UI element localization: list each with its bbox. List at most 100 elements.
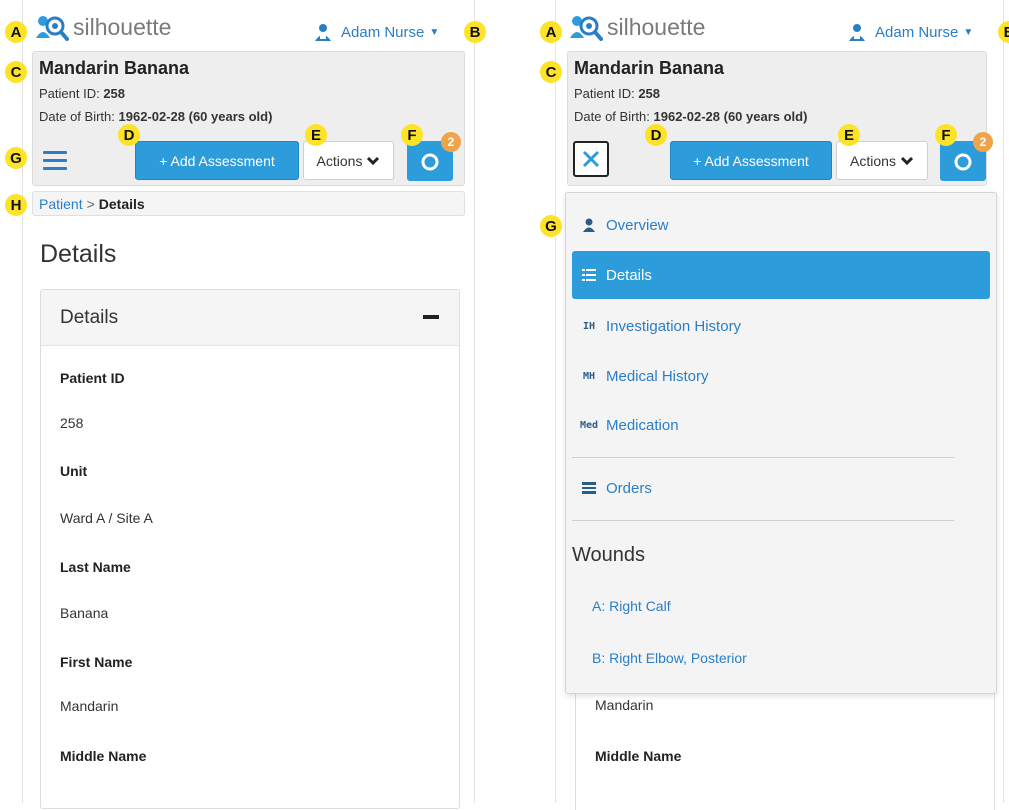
field-label-first-name: First Name xyxy=(60,654,133,670)
dob-line: Date of Birth: 1962-02-28 (60 years old) xyxy=(574,109,807,124)
patient-name: Mandarin Banana xyxy=(39,58,190,78)
wound-link[interactable]: B: Right Elbow, Posterior xyxy=(592,650,747,666)
navigation-menu: Overview Details IH Investigation Histor… xyxy=(565,192,997,694)
menu-divider xyxy=(572,457,954,458)
orders-icon xyxy=(572,482,606,494)
callout-d: D xyxy=(645,124,667,146)
camera-icon xyxy=(954,153,972,171)
wounds-heading: Wounds xyxy=(572,544,646,566)
callout-c: C xyxy=(5,61,27,83)
field-label-last-name: Last Name xyxy=(60,559,131,575)
brand-logo[interactable]: silhouette xyxy=(569,12,705,42)
add-assessment-button[interactable]: + Add Assessment xyxy=(135,141,299,180)
menu-divider xyxy=(572,520,954,521)
field-value-unit: Ward A / Site A xyxy=(60,510,153,526)
callout-g: G xyxy=(5,147,27,169)
menu-item-details[interactable]: Details xyxy=(572,251,990,299)
medication-icon: Med xyxy=(579,419,599,431)
patient-id-value: 258 xyxy=(638,86,661,101)
actions-dropdown[interactable]: Actions xyxy=(303,141,394,180)
patient-header-card: Mandarin Banana Patient ID: 258 Date of … xyxy=(32,51,465,186)
callout-b: B xyxy=(464,21,486,43)
list-icon xyxy=(572,269,606,281)
hamburger-icon xyxy=(43,151,67,154)
user-icon xyxy=(315,24,331,41)
callout-a: A xyxy=(5,21,27,43)
patient-id-line: Patient ID: 258 xyxy=(574,86,660,101)
user-name: Adam Nurse xyxy=(341,23,425,41)
add-assessment-button[interactable]: + Add Assessment xyxy=(670,141,832,180)
user-menu[interactable]: Adam Nurse ▼ xyxy=(847,23,973,41)
breadcrumb-separator: > xyxy=(86,195,95,212)
silhouette-logo-icon xyxy=(570,16,603,41)
menu-item-label: Investigation History xyxy=(606,317,742,335)
wound-link[interactable]: A: Right Calf xyxy=(592,598,671,614)
patient-id-label: Patient ID: xyxy=(39,86,100,101)
field-value-last-name: Banana xyxy=(60,605,109,621)
caret-down-icon: ▼ xyxy=(963,26,974,38)
dob-value: 1962-02-28 (60 years old) xyxy=(653,109,808,124)
patient-id-value: 258 xyxy=(103,86,126,101)
menu-item-investigation-history[interactable]: IH Investigation History xyxy=(572,302,990,350)
close-menu-button[interactable] xyxy=(573,141,609,177)
actions-dropdown[interactable]: Actions xyxy=(836,141,928,180)
camera-count-badge: 2 xyxy=(973,132,993,152)
user-icon xyxy=(849,24,865,41)
dob-label: Date of Birth: xyxy=(574,109,650,124)
menu-item-label: Medical History xyxy=(606,367,709,385)
field-label-unit: Unit xyxy=(60,463,88,479)
callout-h: H xyxy=(5,194,27,216)
user-menu[interactable]: Adam Nurse ▼ xyxy=(313,23,439,41)
menu-item-label: Details xyxy=(606,266,652,284)
details-panel-title: Details xyxy=(60,307,119,328)
field-value-first-name: Mandarin xyxy=(60,698,119,714)
chevron-down-icon xyxy=(367,156,380,165)
patient-id-label: Patient ID: xyxy=(574,86,635,101)
screen-menu-open: A silhouette Adam Nurse ▼ B C Mandarin B… xyxy=(535,0,1009,810)
chevron-down-icon xyxy=(900,156,914,165)
brand-name: silhouette xyxy=(607,13,706,40)
breadcrumb-patient-link[interactable]: Patient xyxy=(39,196,83,212)
actions-label: Actions xyxy=(316,152,363,169)
field-value-patient-id: 258 xyxy=(60,415,84,431)
medical-history-icon: MH xyxy=(582,370,596,382)
patient-header-card: Mandarin Banana Patient ID: 258 Date of … xyxy=(567,51,993,186)
field-label-patient-id: Patient ID xyxy=(60,370,125,386)
person-icon xyxy=(572,218,606,232)
user-name: Adam Nurse xyxy=(875,23,959,41)
brand-logo[interactable]: silhouette xyxy=(35,12,171,42)
menu-item-label: Medication xyxy=(606,416,679,434)
callout-g: G xyxy=(540,215,562,237)
menu-item-orders[interactable]: Orders xyxy=(572,464,990,512)
camera-icon xyxy=(421,153,439,171)
patient-name: Mandarin Banana xyxy=(574,58,725,78)
menu-item-medical-history[interactable]: MH Medical History xyxy=(572,352,990,400)
menu-item-label: Orders xyxy=(606,479,652,497)
caret-down-icon: ▼ xyxy=(429,26,440,38)
menu-item-label: Overview xyxy=(606,216,669,234)
breadcrumb-current: Details xyxy=(98,195,145,212)
menu-toggle-button[interactable] xyxy=(43,151,67,175)
callout-a: A xyxy=(540,21,562,43)
close-icon xyxy=(582,150,600,168)
collapse-icon[interactable] xyxy=(423,315,439,319)
field-label-middle-name: Middle Name xyxy=(60,748,147,764)
details-panel: Details Patient ID 258 Unit Ward A / Sit… xyxy=(40,289,460,809)
callout-f: F xyxy=(935,124,957,146)
details-panel-header[interactable]: Details xyxy=(41,290,459,346)
menu-item-overview[interactable]: Overview xyxy=(572,201,990,249)
menu-item-medication[interactable]: Med Medication xyxy=(572,401,990,449)
callout-f: F xyxy=(401,124,423,146)
dob-line: Date of Birth: 1962-02-28 (60 years old) xyxy=(39,109,272,124)
callout-e: E xyxy=(305,124,327,146)
actions-label: Actions xyxy=(850,152,896,169)
page-title: Details xyxy=(40,240,117,268)
breadcrumb: Patient > Details xyxy=(32,191,465,216)
callout-e: E xyxy=(838,124,860,146)
dob-label: Date of Birth: xyxy=(39,109,115,124)
investigation-history-icon: IH xyxy=(582,320,596,332)
brand-name: silhouette xyxy=(73,13,172,40)
callout-c: C xyxy=(540,61,562,83)
silhouette-logo-icon xyxy=(36,16,69,41)
callout-d: D xyxy=(118,124,140,146)
